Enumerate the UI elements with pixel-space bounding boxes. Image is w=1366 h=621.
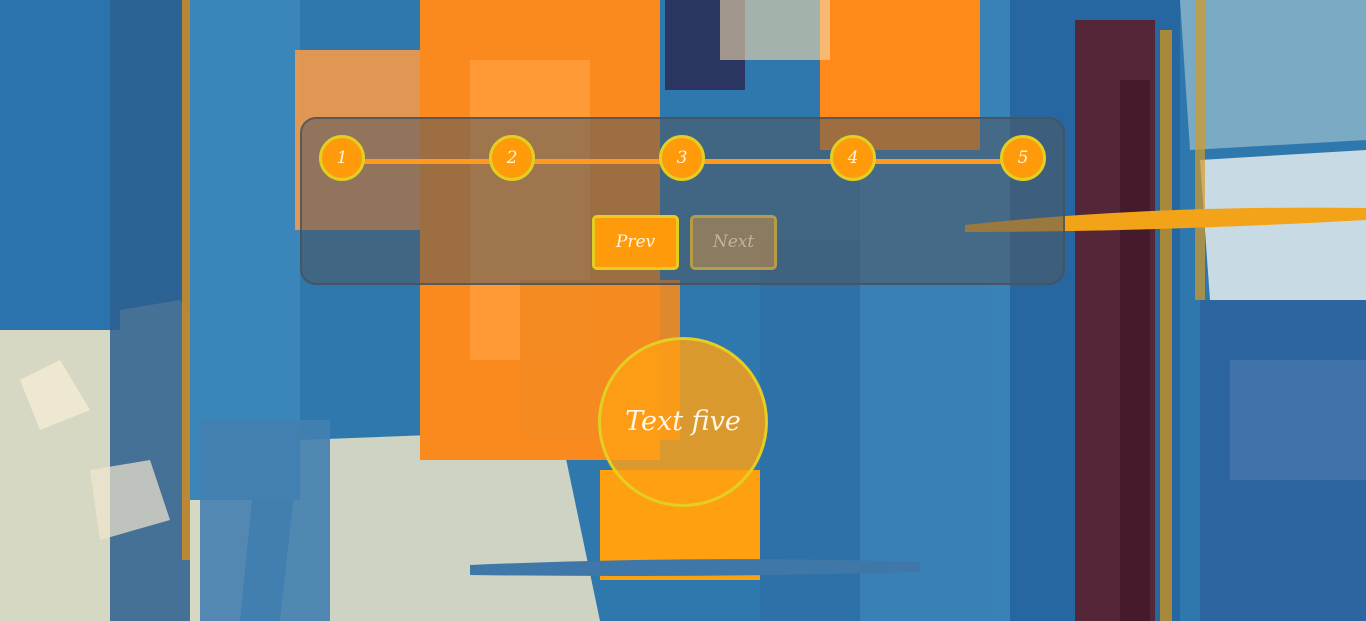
step-content-circle: Text five [598, 337, 768, 507]
step-3-circle[interactable]: 3 [659, 135, 705, 181]
abstract-painting-background [0, 0, 1366, 621]
step-2-circle[interactable]: 2 [489, 135, 535, 181]
stepper-panel: 1 2 3 4 5 Prev Next [300, 117, 1065, 285]
step-4-circle[interactable]: 4 [830, 135, 876, 181]
step-content-text: Text five [625, 406, 741, 437]
prev-button[interactable]: Prev [592, 215, 679, 270]
step-1-circle[interactable]: 1 [319, 135, 365, 181]
paint-strokes [0, 0, 1366, 621]
next-button[interactable]: Next [690, 215, 777, 270]
step-5-circle[interactable]: 5 [1000, 135, 1046, 181]
stepper-controls: Prev Next [592, 215, 777, 270]
